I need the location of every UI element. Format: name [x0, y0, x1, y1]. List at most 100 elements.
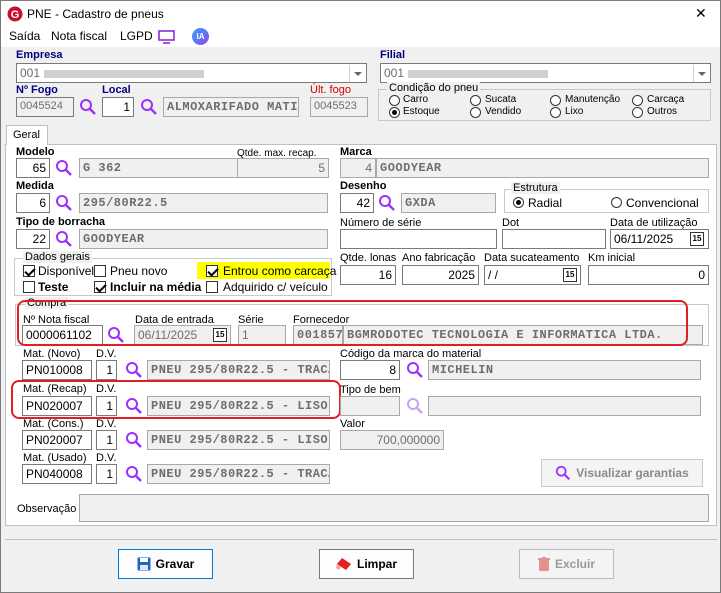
main-window: G PNE - Cadastro de pneus ✕ Saída Nota f…: [0, 0, 721, 593]
gravar-button[interactable]: Gravar: [118, 549, 213, 579]
borracha-desc: GOODYEAR: [79, 229, 328, 249]
borracha-label: Tipo de borracha: [16, 216, 106, 228]
search-icon[interactable]: [378, 194, 396, 212]
radio-outros[interactable]: [632, 107, 643, 118]
limpar-label: Limpar: [356, 557, 397, 571]
lonas-label: Qtde. lonas: [340, 252, 397, 264]
empresa-select[interactable]: 001: [16, 63, 367, 83]
mat-novo-label: Mat. (Novo): [23, 348, 81, 360]
filial-value: 001: [384, 66, 405, 80]
save-icon: [137, 557, 151, 571]
desenho-label: Desenho: [340, 180, 387, 192]
medida-input[interactable]: 6: [16, 193, 50, 213]
radio-estoque[interactable]: [389, 107, 400, 118]
tipo-bem-label: Tipo de bem: [340, 384, 401, 396]
checkbox-adquirido[interactable]: [206, 281, 218, 293]
radio-sucata[interactable]: [470, 95, 481, 106]
observacao-input[interactable]: [79, 494, 709, 522]
observacao-label: Observação: [17, 503, 77, 515]
search-icon[interactable]: [140, 98, 158, 116]
borracha-input[interactable]: 22: [16, 229, 50, 249]
search-icon: [556, 465, 571, 480]
dv-label: D.V.: [96, 418, 117, 430]
dv-label: D.V.: [96, 452, 117, 464]
checkbox-teste-label: Teste: [38, 280, 69, 294]
km-inicial-input[interactable]: 0: [588, 265, 709, 285]
checkbox-teste[interactable]: [23, 281, 35, 293]
search-icon[interactable]: [406, 397, 424, 415]
tab-geral[interactable]: Geral: [6, 125, 48, 145]
menu-nota-fiscal[interactable]: Nota fiscal: [51, 29, 107, 43]
radio-lixo[interactable]: [550, 107, 561, 118]
dv-label: D.V.: [96, 348, 117, 360]
dados-gerais-title: Dados gerais: [23, 251, 92, 263]
eraser-icon: [335, 558, 351, 570]
visualizar-garantias-button[interactable]: Visualizar garantias: [541, 459, 703, 487]
utilizacao-label: Data de utilização: [610, 217, 698, 229]
tipo-bem-input[interactable]: [340, 396, 400, 416]
desenho-input[interactable]: 42: [340, 193, 374, 213]
checkbox-pneu-novo[interactable]: [94, 265, 106, 277]
radio-convencional[interactable]: [611, 197, 622, 208]
menu-lgpd[interactable]: LGPD: [120, 29, 153, 43]
radio-carro[interactable]: [389, 95, 400, 106]
redacted-text: [44, 69, 205, 78]
checkbox-incluir-media[interactable]: [94, 281, 106, 293]
radio-vendido[interactable]: [470, 107, 481, 118]
empresa-value: 001: [20, 66, 41, 80]
menu-bar: Saída Nota fiscal LGPD IA: [1, 27, 720, 47]
radio-outros-label: Outros: [647, 106, 678, 117]
search-icon[interactable]: [406, 361, 424, 379]
sucateamento-value: / /: [488, 268, 499, 282]
marca-code: 4: [340, 158, 376, 178]
ult-fogo-label: Últ. fogo: [310, 84, 351, 96]
monitor-icon[interactable]: [158, 30, 175, 44]
mat-usado-dv[interactable]: 1: [96, 464, 117, 484]
radio-carcaca-label: Carcaça: [647, 94, 685, 105]
modelo-input[interactable]: 65: [16, 158, 50, 178]
calendar-icon[interactable]: 15: [690, 232, 704, 246]
serie-num-input[interactable]: [340, 229, 497, 249]
checkbox-disponivel[interactable]: [23, 265, 35, 277]
search-icon[interactable]: [79, 98, 97, 116]
marca-label: Marca: [340, 146, 372, 158]
search-icon[interactable]: [55, 159, 73, 177]
ia-icon[interactable]: IA: [192, 28, 209, 45]
modelo-label: Modelo: [16, 146, 55, 158]
ano-fab-label: Ano fabricação: [402, 252, 476, 264]
ano-fab-input[interactable]: 2025: [402, 265, 479, 285]
radio-radial-label: Radial: [528, 196, 563, 210]
checkbox-carcaca[interactable]: [206, 265, 218, 277]
mat-usado-input[interactable]: PN040008: [22, 464, 92, 484]
local-input[interactable]: 1: [102, 97, 134, 117]
menu-saida[interactable]: Saída: [9, 29, 40, 43]
cod-marca-input[interactable]: 8: [340, 360, 400, 380]
excluir-button[interactable]: Excluir: [519, 549, 614, 579]
mat-novo-dv[interactable]: 1: [96, 360, 117, 380]
dot-input[interactable]: [502, 229, 606, 249]
mat-novo-input[interactable]: PN010008: [22, 360, 92, 380]
divider: [5, 539, 717, 540]
search-icon[interactable]: [125, 361, 143, 379]
mat-cons-input[interactable]: PN020007: [22, 430, 92, 450]
limpar-button[interactable]: Limpar: [319, 549, 414, 579]
fogo-input[interactable]: 0045524: [16, 97, 74, 117]
cod-marca-label: Código da marca do material: [340, 348, 482, 360]
radio-sucata-label: Sucata: [485, 94, 517, 105]
close-button[interactable]: ✕: [695, 5, 707, 22]
radio-lixo-label: Lixo: [565, 106, 584, 117]
radio-manutencao[interactable]: [550, 95, 561, 106]
calendar-icon[interactable]: 15: [563, 268, 577, 282]
search-icon[interactable]: [55, 194, 73, 212]
radio-radial[interactable]: [513, 197, 524, 208]
utilizacao-value: 06/11/2025: [614, 232, 674, 246]
app-logo-icon: G: [7, 6, 23, 22]
mat-novo-desc: PNEU 295/80R22.5 - TRACAO: [147, 360, 330, 380]
lonas-input[interactable]: 16: [340, 265, 396, 285]
filial-select[interactable]: 001: [380, 63, 711, 83]
search-icon[interactable]: [55, 230, 73, 248]
search-icon[interactable]: [125, 431, 143, 449]
mat-cons-dv[interactable]: 1: [96, 430, 117, 450]
radio-carcaca[interactable]: [632, 95, 643, 106]
search-icon[interactable]: [125, 465, 143, 483]
